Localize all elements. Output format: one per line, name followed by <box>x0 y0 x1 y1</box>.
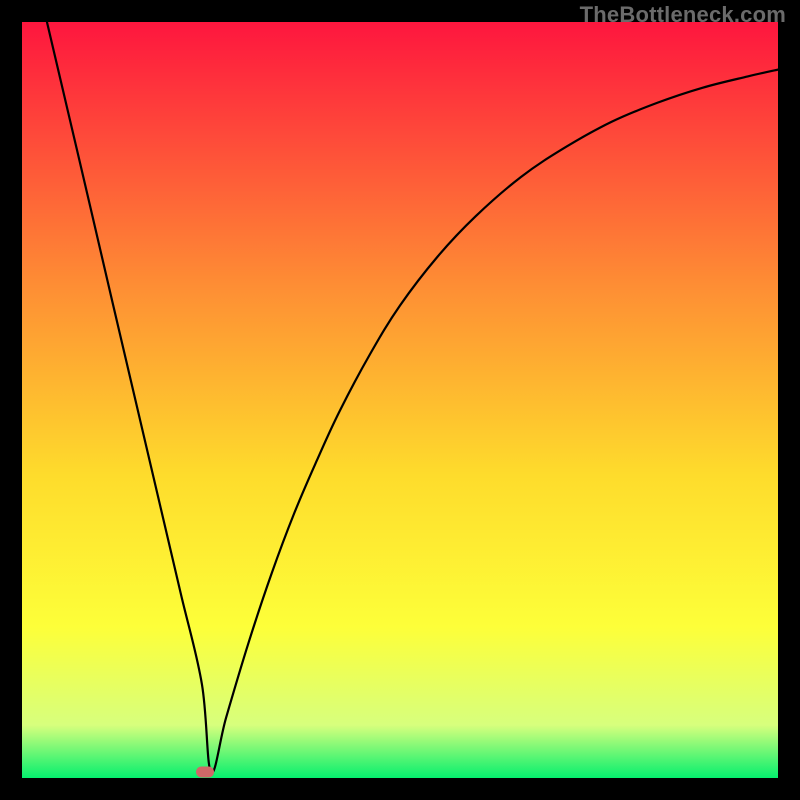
plot-area <box>22 22 778 778</box>
optimum-marker <box>196 766 214 777</box>
chart-frame: TheBottleneck.com <box>0 0 800 800</box>
attribution-text: TheBottleneck.com <box>580 2 786 28</box>
plot-svg <box>22 22 778 778</box>
